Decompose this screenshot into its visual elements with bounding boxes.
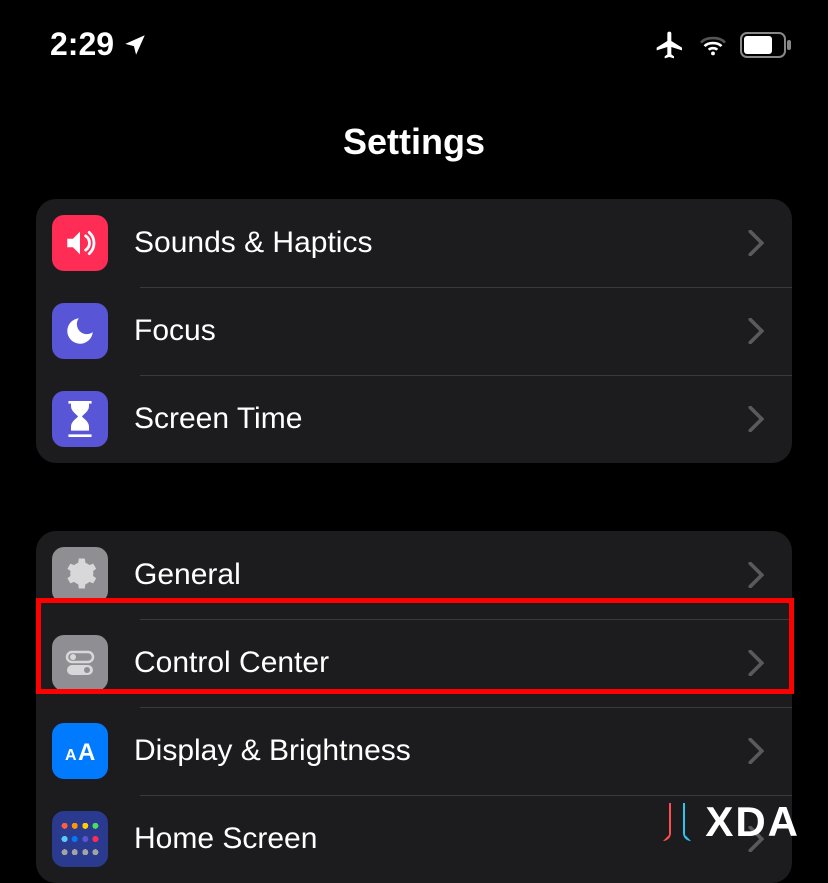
settings-row-label: Home Screen <box>134 822 748 856</box>
svg-text:A: A <box>78 739 95 766</box>
status-right <box>654 29 792 61</box>
chevron-right-icon <box>748 562 764 588</box>
control-center-icon <box>52 635 108 691</box>
settings-row-sounds[interactable]: Sounds & Haptics <box>36 199 792 287</box>
chevron-right-icon <box>748 230 764 256</box>
status-bar: 2:29 <box>0 0 828 73</box>
wifi-icon <box>698 33 728 57</box>
settings-row-focus[interactable]: Focus <box>36 287 792 375</box>
location-arrow-icon <box>122 32 148 58</box>
settings-group-1: Sounds & Haptics Focus Screen Time <box>36 199 792 463</box>
settings-row-label: General <box>134 558 748 592</box>
display-icon: AA <box>52 723 108 779</box>
settings-row-label: Display & Brightness <box>134 734 748 768</box>
settings-row-label: Control Center <box>134 646 748 680</box>
settings-row-general[interactable]: General <box>36 531 792 619</box>
settings-row-control-center[interactable]: Control Center <box>36 619 792 707</box>
settings-row-display[interactable]: AA Display & Brightness <box>36 707 792 795</box>
xda-logo-icon <box>657 799 697 845</box>
focus-icon <box>52 303 108 359</box>
chevron-right-icon <box>748 406 764 432</box>
settings-row-label: Focus <box>134 314 748 348</box>
chevron-right-icon <box>748 650 764 676</box>
home-screen-icon <box>52 811 108 867</box>
settings-row-label: Screen Time <box>134 402 748 436</box>
settings-row-label: Sounds & Haptics <box>134 226 748 260</box>
watermark-text: XDA <box>705 798 800 846</box>
airplane-icon <box>654 29 686 61</box>
status-left: 2:29 <box>50 26 148 63</box>
chevron-right-icon <box>748 738 764 764</box>
watermark: XDA <box>657 798 800 846</box>
battery-icon <box>740 32 792 58</box>
chevron-right-icon <box>748 318 764 344</box>
page-title: Settings <box>0 73 828 199</box>
status-time: 2:29 <box>50 26 114 63</box>
settings-row-screentime[interactable]: Screen Time <box>36 375 792 463</box>
sounds-icon <box>52 215 108 271</box>
svg-text:A: A <box>65 747 77 764</box>
screentime-icon <box>52 391 108 447</box>
general-icon <box>52 547 108 603</box>
